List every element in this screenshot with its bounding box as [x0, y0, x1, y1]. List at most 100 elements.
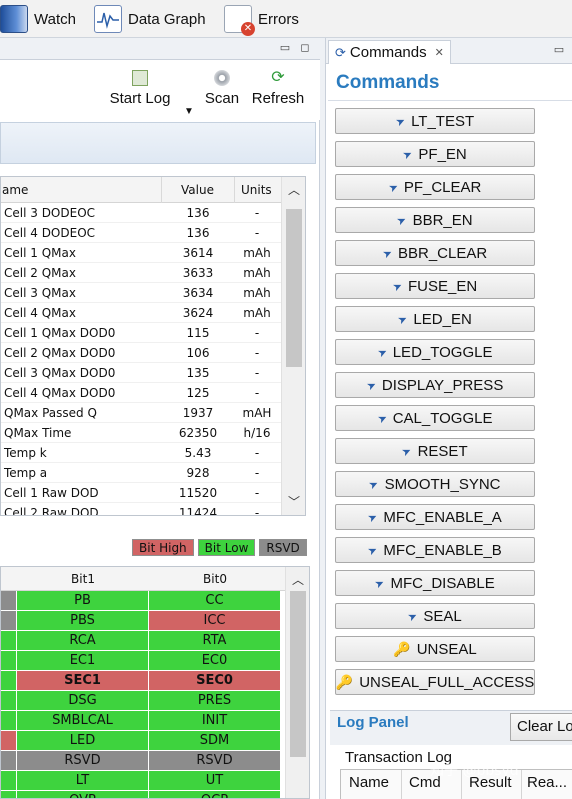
cell-value: 136	[186, 206, 210, 220]
minimize-icon[interactable]: ▭	[552, 43, 566, 57]
table-row[interactable]: Cell 3 DODEOC 136 -	[1, 203, 282, 223]
command-button-reset[interactable]: ➤ RESET	[335, 438, 535, 464]
bit-cell-bit1: OVP	[17, 791, 149, 798]
cell-value: 3614	[182, 246, 214, 260]
table-row[interactable]: QMax Time 62350 h/16	[1, 423, 282, 443]
bit-row: LT UT	[1, 771, 285, 791]
table-row[interactable]: Cell 1 Raw DOD 11520 -	[1, 483, 282, 503]
data-graph-button[interactable]: Data Graph	[94, 4, 206, 34]
start-log-button[interactable]: Start Log	[104, 70, 176, 107]
command-button-unseal[interactable]: 🔑 UNSEAL	[335, 636, 535, 662]
errors-icon: ✕	[224, 5, 255, 36]
start-log-dropdown-icon[interactable]: ▼	[184, 106, 194, 117]
bit-cell-bit2	[1, 651, 17, 671]
errors-button[interactable]: ✕ Errors	[224, 4, 299, 36]
cell-value: 125	[186, 386, 210, 400]
table-row[interactable]: Cell 3 QMax 3634 mAh	[1, 283, 282, 303]
cell-value: 928	[186, 466, 210, 480]
pin-icon: ➤	[401, 147, 415, 162]
scroll-down-icon[interactable]: ﹀	[282, 491, 305, 513]
table-row[interactable]: Cell 2 QMax DOD0 106 -	[1, 343, 282, 363]
cell-name: Cell 2 QMax	[4, 266, 76, 280]
table-row[interactable]: Cell 2 Raw DOD 11424 -	[1, 503, 282, 515]
command-button-bbr-en[interactable]: ➤ BBR_EN	[335, 207, 535, 233]
bit-table: Bit1 Bit0 PB CC PBS ICC RCA RTA EC1 EC0 SEC1 SEC0…	[0, 566, 310, 799]
column-header-reason[interactable]: Rea...	[527, 774, 567, 791]
table-row[interactable]: Cell 3 QMax DOD0 135 -	[1, 363, 282, 383]
command-button-smooth-sync[interactable]: ➤ SMOOTH_SYNC	[335, 471, 535, 497]
table-row[interactable]: Cell 1 QMax 3614 mAh	[1, 243, 282, 263]
table-row[interactable]: Cell 1 QMax DOD0 115 -	[1, 323, 282, 343]
bit-row: RCA RTA	[1, 631, 285, 651]
command-button-mfc-disable[interactable]: ➤ MFC_DISABLE	[335, 570, 535, 596]
command-button-bbr-clear[interactable]: ➤ BBR_CLEAR	[335, 240, 535, 266]
bit-cell-bit1: RSVD	[17, 751, 149, 771]
command-button-pf-en[interactable]: ➤ PF_EN	[335, 141, 535, 167]
table-row[interactable]: QMax Passed Q 1937 mAH	[1, 403, 282, 423]
key-icon: 🔑	[393, 640, 411, 657]
bit-cell-bit1: LT	[17, 771, 149, 791]
refresh-icon: ⟳	[271, 69, 285, 86]
scroll-up-icon[interactable]: ︿	[286, 569, 309, 591]
bit-cell-bit2	[1, 691, 17, 711]
table-row[interactable]: Cell 4 QMax 3624 mAh	[1, 303, 282, 323]
bit-row: DSG PRES	[1, 691, 285, 711]
pin-icon: ➤	[375, 345, 390, 360]
bit-cell-bit1: PB	[17, 591, 149, 611]
scrollbar-thumb[interactable]	[290, 591, 306, 757]
command-button-led-en[interactable]: ➤ LED_EN	[335, 306, 535, 332]
command-button-display-press[interactable]: ➤ DISPLAY_PRESS	[335, 372, 535, 398]
command-button-unseal-full-access[interactable]: 🔑 UNSEAL_FULL_ACCESS	[335, 669, 535, 695]
minimize-icon[interactable]: ▭	[278, 41, 292, 55]
data-table-scrollbar[interactable]: ︿ ﹀	[281, 177, 305, 515]
start-log-icon	[132, 70, 148, 86]
bit-row: PB CC	[1, 591, 285, 611]
cell-name: Cell 1 QMax DOD0	[4, 326, 116, 340]
table-row[interactable]: Temp a 928 -	[1, 463, 282, 483]
table-row[interactable]: Cell 4 DODEOC 136 -	[1, 223, 282, 243]
table-row[interactable]: Cell 4 QMax DOD0 125 -	[1, 383, 282, 403]
bit-row: RSVD RSVD	[1, 751, 285, 771]
column-header-value[interactable]: Value	[181, 183, 214, 197]
command-button-mfc-enable-b[interactable]: ➤ MFC_ENABLE_B	[335, 537, 535, 563]
command-label: UNSEAL	[416, 640, 477, 658]
command-button-lt-test[interactable]: ➤ LT_TEST	[335, 108, 535, 134]
bit-legend: Bit High Bit Low RSVD	[132, 539, 307, 557]
bit-row: SMBLCAL INIT	[1, 711, 285, 731]
pin-icon: ➤	[393, 114, 408, 129]
tab-commands[interactable]: ⟳ Commands ✕	[328, 40, 451, 64]
key-icon: 🔑	[335, 673, 354, 690]
column-header-name[interactable]: ame	[2, 183, 28, 197]
command-button-pf-clear[interactable]: ➤ PF_CLEAR	[335, 174, 535, 200]
bit-cell-bit2	[1, 711, 17, 731]
command-label: MFC_DISABLE	[390, 574, 495, 592]
data-table: ame Value Units Cell 3 DODEOC 136- Cell 4 …	[0, 176, 306, 516]
command-button-seal[interactable]: ➤ SEAL	[335, 603, 535, 629]
table-row[interactable]: Cell 2 QMax 3633 mAh	[1, 263, 282, 283]
command-button-fuse-en[interactable]: ➤ FUSE_EN	[335, 273, 535, 299]
watch-button[interactable]: Watch	[0, 4, 76, 34]
refresh-button[interactable]: ⟳ Refresh	[248, 69, 308, 108]
table-row[interactable]: Temp k 5.43 -	[1, 443, 282, 463]
start-log-label: Start Log	[109, 90, 171, 107]
close-icon[interactable]: ✕	[435, 46, 444, 59]
scan-button[interactable]: Scan	[202, 70, 242, 107]
column-header-units[interactable]: Units	[241, 183, 272, 197]
clear-log-button[interactable]: Clear Lo	[510, 713, 572, 741]
command-button-cal-toggle[interactable]: ➤ CAL_TOGGLE	[335, 405, 535, 431]
command-button-mfc-enable-a[interactable]: ➤ MFC_ENABLE_A	[335, 504, 535, 530]
command-button-led-toggle[interactable]: ➤ LED_TOGGLE	[335, 339, 535, 365]
scrollbar-thumb[interactable]	[286, 209, 302, 367]
column-header-name[interactable]: Name	[349, 774, 389, 791]
command-list: ➤ LT_TEST ➤ PF_EN ➤ PF_CLEAR ➤ BBR_EN ➤ BBR_CLEAR…	[335, 108, 535, 702]
scroll-up-icon[interactable]: ︿	[282, 179, 305, 201]
maximize-icon[interactable]: ◻	[298, 41, 312, 55]
bit-cell-bit1: RCA	[17, 631, 149, 651]
bit-row: SEC1 SEC0	[1, 671, 285, 691]
bit-cell-bit1: LED	[17, 731, 149, 751]
cell-units: mAh	[243, 306, 271, 320]
cell-name: Cell 3 DODEOC	[4, 206, 96, 220]
cell-value: 3633	[182, 266, 214, 280]
graph-icon	[94, 5, 122, 33]
bit-table-scrollbar[interactable]: ︿	[285, 567, 309, 798]
